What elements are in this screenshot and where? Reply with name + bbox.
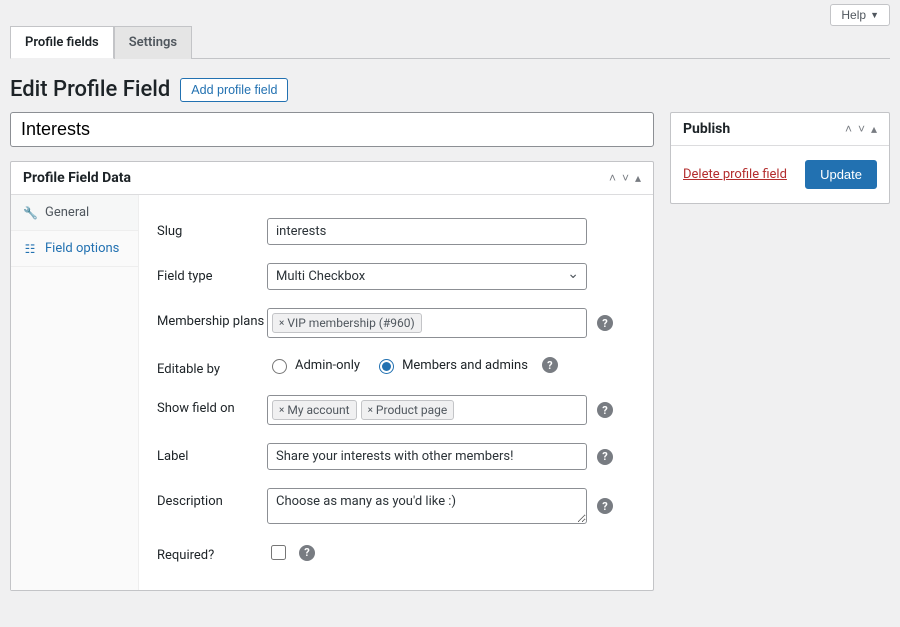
- panel-toggle-icon[interactable]: ▴: [635, 171, 641, 185]
- sidenav-label: Field options: [45, 241, 119, 256]
- token-text: Product page: [376, 403, 447, 417]
- panel-collapse-down-icon[interactable]: ˅: [858, 122, 865, 136]
- help-icon[interactable]: ?: [597, 498, 613, 514]
- slug-label: Slug: [157, 218, 267, 239]
- radio-label: Members and admins: [402, 358, 528, 373]
- publish-title: Publish: [683, 121, 730, 137]
- field-title-input[interactable]: [10, 112, 654, 147]
- admin-tabs: Profile fields Settings: [10, 2, 890, 59]
- show-on-input[interactable]: × My account × Product page: [267, 395, 587, 425]
- remove-token-icon[interactable]: ×: [279, 405, 284, 416]
- publish-panel: Publish ˄ ˅ ▴ Delete profile field Updat…: [670, 112, 890, 204]
- help-label: Help: [841, 8, 866, 22]
- show-on-token[interactable]: × Product page: [361, 400, 455, 420]
- update-button[interactable]: Update: [805, 160, 877, 189]
- help-button[interactable]: Help ▼: [830, 4, 890, 26]
- required-label: Required?: [157, 542, 267, 563]
- label-label: Label: [157, 443, 267, 464]
- field-type-select[interactable]: Multi Checkbox: [267, 263, 587, 290]
- tab-settings[interactable]: Settings: [114, 26, 192, 59]
- show-on-token[interactable]: × My account: [272, 400, 357, 420]
- label-input[interactable]: [267, 443, 587, 470]
- page-title: Edit Profile Field: [10, 77, 170, 102]
- editable-members-option[interactable]: Members and admins: [374, 356, 528, 374]
- membership-plans-input[interactable]: × VIP membership (#960): [267, 308, 587, 338]
- description-input[interactable]: [267, 488, 587, 524]
- wrench-icon: 🔧: [23, 206, 37, 220]
- panel-toggle-icon[interactable]: ▴: [871, 122, 877, 136]
- token-text: VIP membership (#960): [287, 316, 414, 330]
- list-icon: ☷: [23, 242, 37, 256]
- help-icon[interactable]: ?: [597, 449, 613, 465]
- field-type-label: Field type: [157, 263, 267, 284]
- editable-admin-option[interactable]: Admin-only: [267, 356, 360, 374]
- panel-collapse-up-icon[interactable]: ˄: [609, 171, 616, 185]
- panel-collapse-up-icon[interactable]: ˄: [845, 122, 852, 136]
- panel-title: Profile Field Data: [23, 170, 131, 186]
- editable-by-label: Editable by: [157, 356, 267, 377]
- panel-collapse-down-icon[interactable]: ˅: [622, 171, 629, 185]
- token-text: My account: [287, 403, 349, 417]
- delete-profile-field-link[interactable]: Delete profile field: [683, 167, 787, 182]
- editable-by-group: Admin-only Members and admins ?: [267, 356, 558, 374]
- tab-label: Settings: [129, 35, 177, 50]
- membership-plans-label: Membership plans: [157, 308, 267, 329]
- editable-members-radio[interactable]: [379, 359, 394, 374]
- sidenav-label: General: [45, 205, 89, 220]
- remove-token-icon[interactable]: ×: [279, 318, 284, 329]
- slug-input[interactable]: [267, 218, 587, 245]
- add-profile-field-button[interactable]: Add profile field: [180, 78, 288, 102]
- help-icon[interactable]: ?: [597, 402, 613, 418]
- sidenav-field-options[interactable]: ☷ Field options: [11, 231, 138, 267]
- tab-label: Profile fields: [25, 35, 99, 50]
- profile-field-data-panel: Profile Field Data ˄ ˅ ▴ 🔧 General: [10, 161, 654, 591]
- description-label: Description: [157, 488, 267, 509]
- chevron-down-icon: ▼: [870, 10, 879, 20]
- help-icon[interactable]: ?: [597, 315, 613, 331]
- sidenav-general[interactable]: 🔧 General: [11, 195, 138, 231]
- show-on-label: Show field on: [157, 395, 267, 416]
- radio-label: Admin-only: [295, 358, 360, 373]
- editable-admin-radio[interactable]: [272, 359, 287, 374]
- tab-profile-fields[interactable]: Profile fields: [10, 26, 114, 59]
- required-checkbox[interactable]: [271, 545, 286, 560]
- remove-token-icon[interactable]: ×: [368, 405, 373, 416]
- help-icon[interactable]: ?: [299, 545, 315, 561]
- membership-plan-token[interactable]: × VIP membership (#960): [272, 313, 422, 333]
- help-icon[interactable]: ?: [542, 357, 558, 373]
